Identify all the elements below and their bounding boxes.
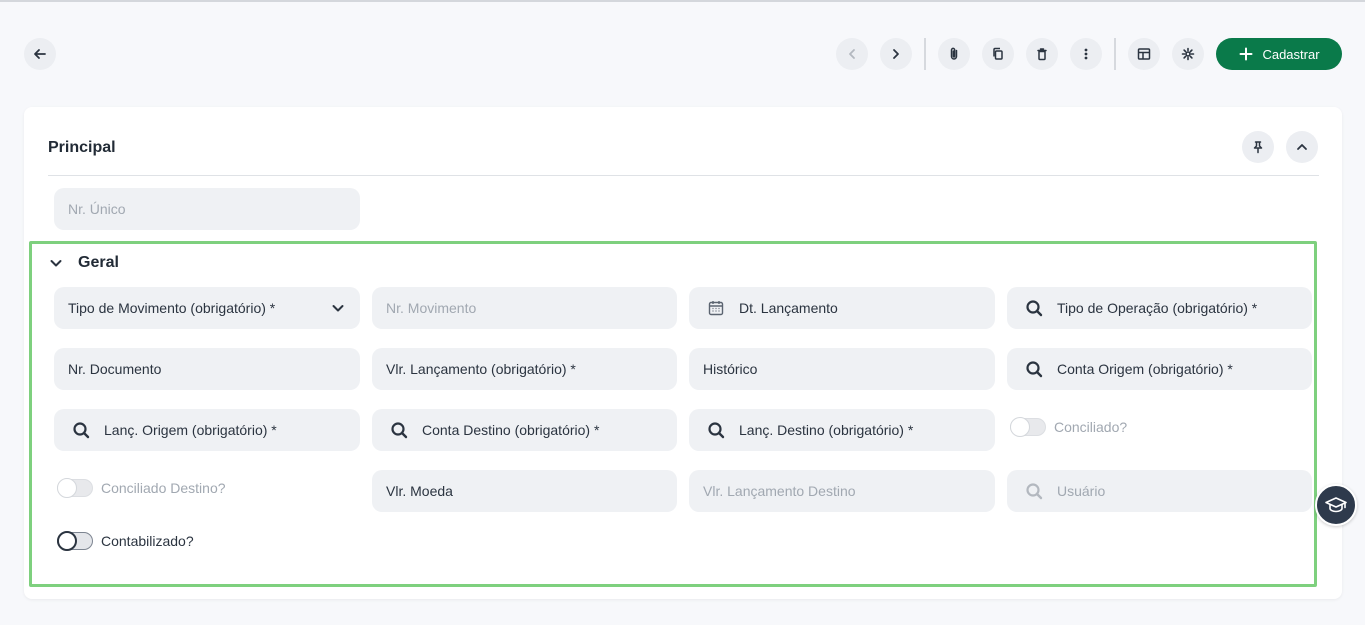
search-icon[interactable]: [1023, 480, 1045, 502]
usuario-field[interactable]: Usuário: [1007, 470, 1312, 512]
nr-documento-field[interactable]: Nr. Documento: [54, 348, 360, 390]
conciliado-toggle-group: Conciliado?: [1010, 417, 1128, 437]
tipo-movimento-label: Tipo de Movimento (obrigatório) *: [68, 300, 276, 316]
plus-icon: [1239, 47, 1253, 61]
conta-origem-field[interactable]: Conta Origem (obrigatório) *: [1007, 348, 1312, 390]
search-icon[interactable]: [705, 419, 727, 441]
chevron-left-icon: [849, 49, 855, 59]
vlr-moeda-field[interactable]: Vlr. Moeda: [372, 470, 677, 512]
chevron-down-icon: [332, 305, 344, 312]
conta-destino-label: Conta Destino (obrigatório) *: [422, 422, 600, 438]
search-icon[interactable]: [1023, 358, 1045, 380]
create-button-label: Cadastrar: [1262, 46, 1320, 62]
contabilizado-label: Contabilizado?: [101, 533, 194, 549]
more-vertical-icon: [1084, 48, 1088, 60]
tipo-operacao-field[interactable]: Tipo de Operação (obrigatório) *: [1007, 287, 1312, 329]
tipo-operacao-label: Tipo de Operação (obrigatório) *: [1057, 300, 1258, 316]
chevron-right-icon: [893, 49, 899, 59]
graduation-cap-icon: [1325, 497, 1347, 513]
dt-lancamento-field[interactable]: Dt. Lançamento: [689, 287, 995, 329]
nr-unico-placeholder: Nr. Único: [68, 201, 126, 217]
pin-icon: [1253, 141, 1263, 154]
chevron-down-icon: [50, 260, 62, 267]
calendar-icon[interactable]: [705, 297, 727, 319]
previous-record-button[interactable]: [836, 38, 868, 70]
contabilizado-toggle[interactable]: [57, 531, 93, 551]
gear-icon: [1181, 47, 1195, 61]
vlr-lancamento-field[interactable]: Vlr. Lançamento (obrigatório) *: [372, 348, 677, 390]
nr-movimento-field[interactable]: Nr. Movimento: [372, 287, 677, 329]
toolbar-divider: [924, 38, 926, 70]
pin-button[interactable]: [1242, 131, 1274, 163]
conciliado-destino-toggle[interactable]: [57, 478, 93, 498]
dt-lancamento-label: Dt. Lançamento: [739, 300, 838, 316]
create-button[interactable]: Cadastrar: [1216, 38, 1342, 70]
lanc-origem-label: Lanç. Origem (obrigatório) *: [104, 422, 277, 438]
duplicate-button[interactable]: [982, 38, 1014, 70]
top-border: [0, 0, 1365, 2]
usuario-label: Usuário: [1057, 483, 1106, 499]
copy-icon: [993, 47, 1003, 60]
attach-button[interactable]: [938, 38, 970, 70]
settings-button[interactable]: [1172, 38, 1204, 70]
section-divider: [48, 175, 1319, 176]
vlr-moeda-label: Vlr. Moeda: [386, 483, 453, 499]
lanc-origem-field[interactable]: Lanç. Origem (obrigatório) *: [54, 409, 360, 451]
layout-icon: [1137, 48, 1151, 60]
nr-documento-label: Nr. Documento: [68, 361, 162, 377]
layout-button[interactable]: [1128, 38, 1160, 70]
search-icon[interactable]: [1023, 297, 1045, 319]
chevron-up-icon: [1297, 144, 1307, 150]
vlr-lancamento-destino-field[interactable]: Vlr. Lançamento Destino: [689, 470, 995, 512]
trash-icon: [1037, 48, 1047, 61]
search-icon[interactable]: [388, 419, 410, 441]
vlr-lancamento-destino-label: Vlr. Lançamento Destino: [703, 483, 856, 499]
historico-label: Histórico: [703, 361, 758, 377]
conciliado-toggle[interactable]: [1010, 417, 1046, 437]
nr-movimento-label: Nr. Movimento: [386, 300, 477, 316]
collapse-section-button[interactable]: [1286, 131, 1318, 163]
historico-field[interactable]: Histórico: [689, 348, 995, 390]
delete-button[interactable]: [1026, 38, 1058, 70]
conciliado-destino-toggle-group: Conciliado Destino?: [57, 478, 226, 498]
lanc-destino-label: Lanç. Destino (obrigatório) *: [739, 422, 914, 438]
geral-section-title: Geral: [78, 254, 119, 271]
vlr-lancamento-label: Vlr. Lançamento (obrigatório) *: [386, 361, 576, 377]
next-record-button[interactable]: [880, 38, 912, 70]
conciliado-label: Conciliado?: [1054, 419, 1128, 435]
conta-destino-field[interactable]: Conta Destino (obrigatório) *: [372, 409, 677, 451]
search-icon[interactable]: [70, 419, 92, 441]
paperclip-icon: [950, 47, 958, 60]
back-button[interactable]: [24, 38, 56, 70]
toolbar-divider: [1114, 38, 1116, 70]
arrow-left-icon: [34, 49, 46, 59]
conciliado-destino-label: Conciliado Destino?: [101, 480, 226, 496]
more-options-button[interactable]: [1070, 38, 1102, 70]
geral-section-header[interactable]: Geral: [48, 254, 119, 272]
lanc-destino-field[interactable]: Lanç. Destino (obrigatório) *: [689, 409, 995, 451]
help-fab-button[interactable]: [1315, 484, 1357, 526]
tipo-movimento-select[interactable]: Tipo de Movimento (obrigatório) *: [54, 287, 360, 329]
nr-unico-field[interactable]: Nr. Único: [54, 188, 360, 230]
section-title-principal: Principal: [48, 139, 116, 156]
conta-origem-label: Conta Origem (obrigatório) *: [1057, 361, 1233, 377]
contabilizado-toggle-group: Contabilizado?: [57, 531, 194, 551]
